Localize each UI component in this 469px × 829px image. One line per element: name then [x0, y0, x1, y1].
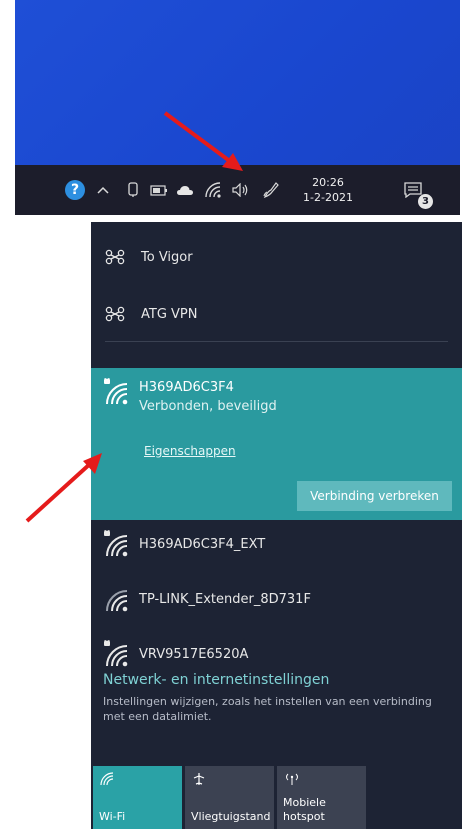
- arrow-to-taskbar-wifi: [163, 111, 243, 171]
- annotation-arrows: [25, 111, 243, 523]
- arrow-to-properties: [25, 453, 102, 523]
